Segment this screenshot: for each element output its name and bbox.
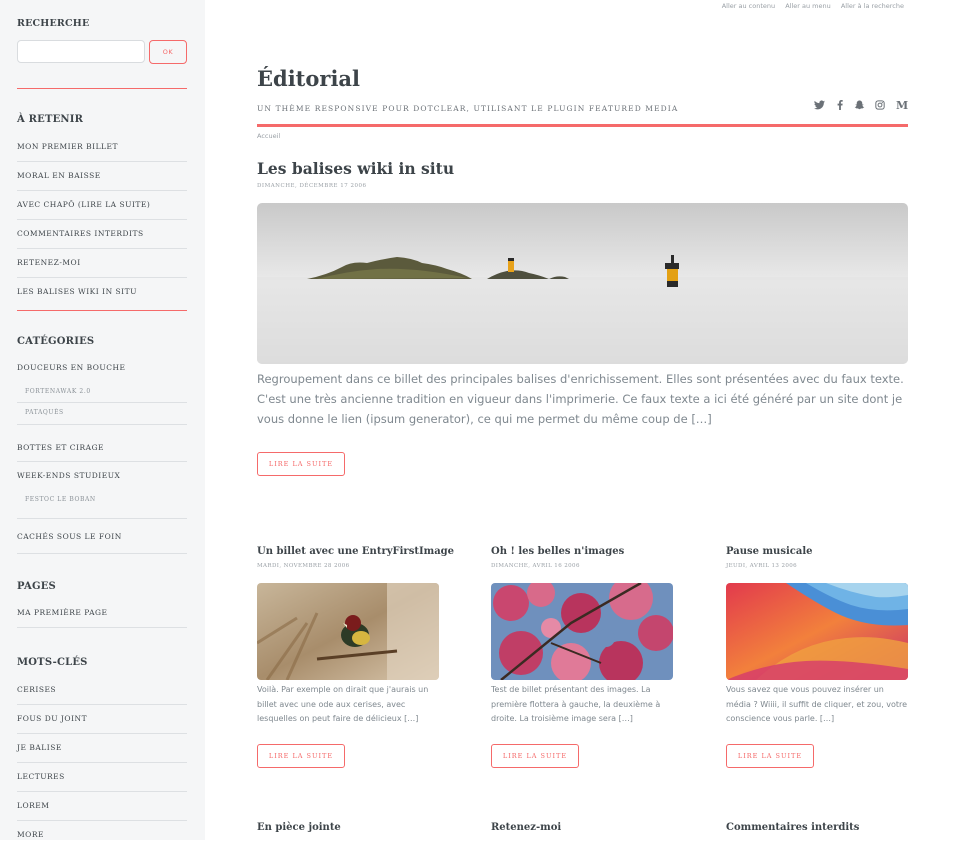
retenir-link[interactable]: LES BALISES WIKI IN SITU [17,278,187,306]
retenir-link[interactable]: COMMENTAIRES INTERDITS [17,220,187,249]
pages-list: MA PREMIÈRE PAGE [17,599,187,628]
categories-list: DOUCEURS EN BOUCHE FORTENAWAK 2.0 PATAQU… [17,354,187,423]
tag-link[interactable]: LOREM [17,792,187,821]
subcategory-link[interactable]: FORTENAWAK 2.0 [17,382,187,403]
retenir-heading: À RETENIR [17,114,84,125]
retenir-link[interactable]: RETENEZ-MOI [17,249,187,278]
facebook-icon[interactable] [837,100,843,113]
featured-post-title[interactable]: Les balises wiki in situ [257,159,454,178]
post-read-more-button[interactable]: LIRE LA SUITE [491,744,579,768]
divider [17,88,187,89]
post-image[interactable] [257,583,439,680]
skip-to-search-link[interactable]: Aller à la recherche [841,2,904,10]
tag-link[interactable]: JE BALISE [17,734,187,763]
post-title[interactable]: Pause musicale [726,546,812,557]
post-date: JEUDI, AVRIL 13 2006 [726,563,798,569]
post-date: MARDI, NOVEMBRE 28 2006 [257,563,350,569]
header-rule [257,124,908,127]
post-excerpt: Voilà. Par exemple on dirait que j'aurai… [257,685,429,723]
skip-links: Aller au contenu Aller au menu Aller à l… [714,2,904,10]
search-heading: RECHERCHE [17,18,90,29]
categories-list-cont: BOTTES ET CIRAGE WEEK-ENDS STUDIEUX FEST… [17,424,187,510]
subcategory-link[interactable]: PATAQUÈS [17,403,187,423]
post-excerpt: Vous savez que vous pouvez insérer un mé… [726,685,908,723]
search-input[interactable] [17,40,145,63]
featured-read-more-button[interactable]: LIRE LA SUITE [257,452,345,476]
category-link[interactable]: BOTTES ET CIRAGE [17,425,187,462]
twitter-icon[interactable] [814,100,825,113]
tag-link[interactable]: LECTURES [17,763,187,792]
divider [17,310,187,311]
featured-post-image[interactable] [257,203,908,364]
subcategory-link[interactable]: FESTOC LE BOBAN [17,490,187,510]
tags-heading: MOTS-CLÉS [17,657,88,668]
featured-post-excerpt: Regroupement dans ce billet des principa… [257,372,904,426]
snapchat-icon[interactable] [854,100,865,114]
post-image[interactable] [491,583,673,680]
medium-icon[interactable]: M [896,99,908,112]
post-read-more-button[interactable]: LIRE LA SUITE [726,744,814,768]
site-tagline: UN THÈME RESPONSIVE POUR DOTCLEAR, UTILI… [257,104,679,113]
featured-post-date: DIMANCHE, DÉCEMBRE 17 2006 [257,183,367,189]
categories-list-end: CACHÉS SOUS LE FOIN [17,518,187,554]
search-button[interactable]: OK [149,40,187,64]
instagram-icon[interactable] [875,100,885,113]
social-links: M [812,99,908,116]
retenir-link[interactable]: MORAL EN BAISSE [17,162,187,191]
post-read-more-button[interactable]: LIRE LA SUITE [257,744,345,768]
skip-to-content-link[interactable]: Aller au contenu [722,2,775,10]
retenir-list: MON PREMIER BILLET MORAL EN BAISSE AVEC … [17,133,187,306]
post-image[interactable] [726,583,908,680]
breadcrumb[interactable]: Accueil [257,132,280,140]
retenir-link[interactable]: AVEC CHAPÔ (LIRE LA SUITE) [17,191,187,220]
sidebar: RECHERCHE OK À RETENIR MON PREMIER BILLE… [0,0,205,840]
tag-link[interactable]: CERISES [17,676,187,705]
post-title[interactable]: Un billet avec une EntryFirstImage [257,546,454,557]
category-link[interactable]: WEEK-ENDS STUDIEUX [17,462,187,490]
post-title[interactable]: Retenez-moi [491,822,561,833]
page-link[interactable]: MA PREMIÈRE PAGE [17,599,187,628]
post-title[interactable]: En pièce jointe [257,822,341,833]
tag-link[interactable]: FOUS DU JOINT [17,705,187,734]
retenir-link[interactable]: MON PREMIER BILLET [17,133,187,162]
post-title[interactable]: Oh ! les belles n'images [491,546,624,557]
site-title[interactable]: Éditorial [257,66,360,91]
pages-heading: PAGES [17,581,56,592]
category-link[interactable]: DOUCEURS EN BOUCHE [17,354,187,382]
tag-link[interactable]: MORE [17,821,187,849]
post-excerpt: Test de billet présentant des images. La… [491,685,661,723]
tags-list: CERISES FOUS DU JOINT JE BALISE LECTURES… [17,676,187,849]
category-link[interactable]: CACHÉS SOUS LE FOIN [17,519,187,554]
skip-to-menu-link[interactable]: Aller au menu [785,2,831,10]
categories-heading: CATÉGORIES [17,336,95,347]
post-date: DIMANCHE, AVRIL 16 2006 [491,563,580,569]
post-title[interactable]: Commentaires interdits [726,822,859,833]
